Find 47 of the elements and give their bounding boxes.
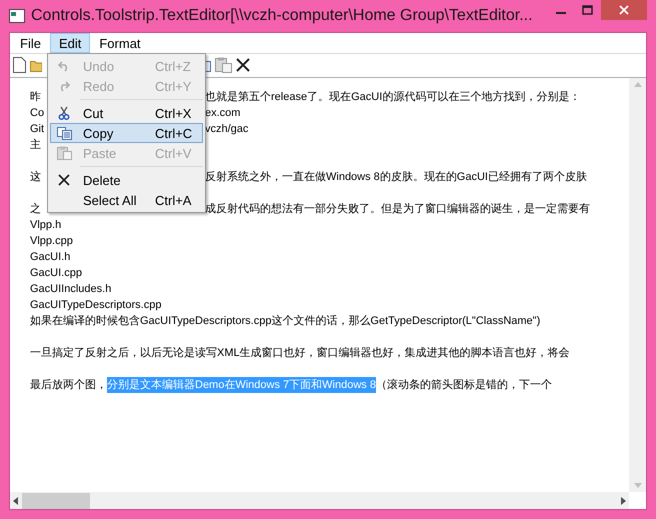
horizontal-scrollbar[interactable] — [10, 492, 629, 509]
text-fragment: 之 — [30, 203, 41, 215]
scroll-thumb[interactable] — [22, 492, 90, 508]
menu-title[interactable]: Format — [90, 33, 150, 53]
close-icon[interactable] — [619, 5, 629, 15]
scissors-icon — [58, 106, 70, 120]
text-line: Vlpp.h — [30, 218, 62, 233]
text-fragment: 也就是第五个release了。现在GacUI的源代码可以在三个地方找到，分别是： — [205, 90, 580, 105]
text-fragment: （滚动条的箭头图标是错的，下一个 — [376, 378, 552, 393]
text-fragment: ex.com — [205, 106, 240, 121]
text-line: Vlpp.cpp — [30, 234, 73, 249]
text-fragment: Git — [30, 123, 44, 135]
text-fragment: 反射系统之外，一直在做Windows 8的皮肤。现在的GacUI已经拥有了两个皮肤 — [205, 170, 587, 185]
text-line: 一旦搞定了反射之后，以后无论是读写XML生成窗口也好，窗口编辑器也好，集成进其他的脚本语言也好，将会 — [30, 346, 570, 361]
delete-icon[interactable] — [236, 58, 250, 72]
text-fragment: vczh/gac — [205, 122, 248, 137]
text-line: GacUI.cpp — [30, 266, 82, 281]
scroll-left-icon[interactable] — [13, 496, 18, 504]
text-line: 如果在编译的时候包含GacUITypeDescriptors.cpp这个文件的话，那么GetTypeDescriptor(L"ClassName") — [30, 314, 540, 329]
scroll-right-icon[interactable] — [621, 496, 626, 504]
delete-icon — [58, 174, 70, 186]
text-fragment: 主 — [30, 139, 41, 151]
copy-icon — [56, 126, 72, 140]
text-line: GacUITypeDescriptors.cpp — [30, 298, 162, 313]
undo-icon — [58, 60, 70, 72]
new-document-icon[interactable] — [13, 57, 26, 73]
folder-icon[interactable] — [30, 58, 42, 72]
menu-item[interactable]: Copy Ctrl+C — [50, 123, 203, 143]
text-fragment: 昨 — [30, 91, 41, 103]
text-fragment: 这 — [30, 171, 41, 183]
text-line: GacUI.h — [30, 250, 70, 265]
menu-item[interactable]: Select All Ctrl+A — [50, 190, 203, 210]
maximize-icon[interactable] — [582, 5, 593, 15]
text-fragment: Co — [30, 107, 44, 119]
menu-title[interactable]: File — [11, 33, 50, 53]
close-button[interactable] — [601, 0, 647, 20]
app-icon — [9, 9, 25, 23]
text-fragment: 最后放两个图， — [30, 378, 107, 393]
text-line: GacUIIncludes.h — [30, 282, 112, 297]
menu-item[interactable]: Cut Ctrl+X — [50, 103, 203, 123]
paste-icon — [56, 146, 72, 160]
menu-item[interactable]: Delete — [50, 170, 203, 190]
selected-text: 分别是文本编辑器Demo在Windows 7下面和Windows 8 — [107, 377, 376, 393]
redo-icon — [58, 80, 70, 92]
window-title: Controls.Toolstrip.TextEditor[\\vczh-computer\Home Group\TextEditor... — [31, 7, 534, 25]
menu-title[interactable]: Edit — [50, 33, 90, 53]
text-fragment: 成反射代码的想法有一部分失败了。但是为了窗口编辑器的诞生，是一定需要有 — [205, 202, 590, 217]
